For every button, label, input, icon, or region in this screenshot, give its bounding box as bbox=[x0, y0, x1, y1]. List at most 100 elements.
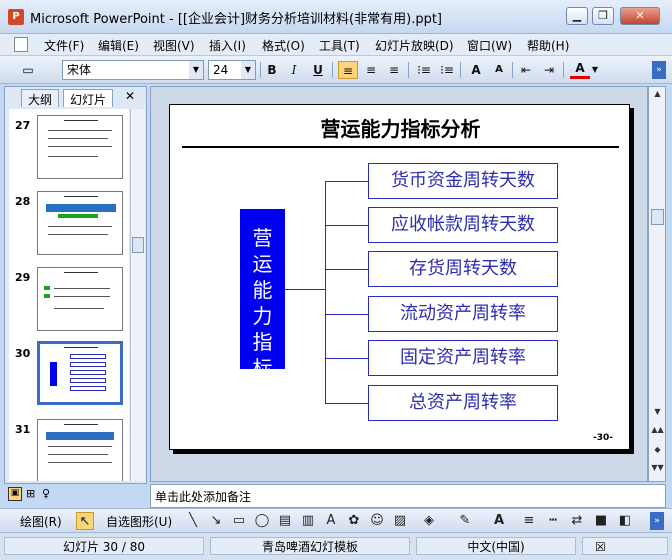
document-icon[interactable] bbox=[14, 37, 28, 52]
increase-indent-icon[interactable]: ⇥ bbox=[539, 61, 559, 79]
chevron-down-icon[interactable]: ▼ bbox=[241, 61, 255, 79]
minimize-button[interactable]: ▁ bbox=[566, 7, 588, 25]
slide-sorter-view-icon[interactable]: ⊞ bbox=[26, 487, 35, 500]
arrow-icon[interactable]: ↘ bbox=[207, 512, 225, 530]
menu-window[interactable]: 窗口(W) bbox=[467, 37, 512, 54]
menu-slideshow[interactable]: 幻灯片放映(D) bbox=[375, 37, 454, 54]
toolbar-divider bbox=[332, 62, 333, 78]
thumb-block bbox=[50, 362, 57, 386]
line-icon[interactable]: ╲ bbox=[184, 512, 202, 530]
wordart-icon[interactable]: A bbox=[322, 512, 340, 530]
font-color-button[interactable]: A bbox=[570, 61, 590, 79]
textbox-icon[interactable]: ▤ bbox=[276, 512, 294, 530]
tab-outline[interactable]: 大纲 bbox=[21, 89, 60, 107]
connector-line bbox=[325, 269, 368, 270]
close-button[interactable]: ✕ bbox=[620, 7, 660, 25]
align-left-button[interactable]: ≡ bbox=[338, 61, 358, 79]
line-style-icon[interactable]: ≡ bbox=[520, 512, 538, 530]
3d-style-icon[interactable]: ◧ bbox=[616, 512, 634, 530]
font-name-combo[interactable]: 宋体 ▼ bbox=[62, 60, 204, 80]
shrink-font-button[interactable]: A bbox=[489, 61, 509, 79]
normal-view-icon[interactable]: ▣ bbox=[8, 487, 22, 501]
menu-help[interactable]: 帮助(H) bbox=[527, 37, 569, 54]
menu-tools[interactable]: 工具(T) bbox=[319, 37, 360, 54]
font-size-combo[interactable]: 24 ▼ bbox=[208, 60, 256, 80]
menu-bar: 文件(F) 编辑(E) 视图(V) 插入(I) 格式(O) 工具(T) 幻灯片放… bbox=[0, 34, 672, 56]
grow-font-button[interactable]: A bbox=[466, 61, 486, 79]
scroll-up-icon[interactable]: ▲ bbox=[651, 89, 664, 103]
connector-line bbox=[325, 403, 368, 404]
close-icon[interactable]: ✕ bbox=[125, 89, 135, 103]
slide-thumbnail-selected[interactable] bbox=[37, 341, 123, 405]
align-right-button[interactable]: ≡ bbox=[384, 61, 404, 79]
menu-file[interactable]: 文件(F) bbox=[44, 37, 84, 54]
shadow-icon[interactable]: ■ bbox=[592, 512, 610, 530]
menu-insert[interactable]: 插入(I) bbox=[209, 37, 246, 54]
slide-thumbnail[interactable] bbox=[37, 419, 123, 481]
vertical-textbox-icon[interactable]: ▥ bbox=[299, 512, 317, 530]
branch-node[interactable]: 货币资金周转天数 bbox=[368, 163, 558, 199]
clipart-icon[interactable]: ☺ bbox=[368, 512, 386, 530]
restore-button[interactable]: ❐ bbox=[592, 7, 614, 25]
chevron-down-icon[interactable]: ▼ bbox=[189, 61, 203, 79]
branch-node[interactable]: 应收帐款周转天数 bbox=[368, 207, 558, 243]
slideshow-view-icon[interactable]: ♀ bbox=[42, 487, 50, 500]
scroll-down-icon[interactable]: ▼ bbox=[651, 407, 664, 421]
dash-style-icon[interactable]: ┅ bbox=[544, 512, 562, 530]
thumb-line bbox=[54, 296, 110, 297]
slide-canvas[interactable]: 营运能力指标分析 营运能力指标 货币资金周转天数 应收帐款周转天数 存货周转天数… bbox=[169, 104, 630, 450]
branch-node[interactable]: 总资产周转率 bbox=[368, 385, 558, 421]
numbered-list-icon[interactable]: ⁝≡ bbox=[414, 61, 434, 79]
decrease-indent-icon[interactable]: ⇤ bbox=[516, 61, 536, 79]
select-object-icon[interactable]: ◆ bbox=[651, 445, 664, 459]
thumb-line bbox=[54, 308, 104, 309]
status-template: 青岛啤酒幻灯模板 bbox=[210, 537, 410, 555]
italic-button[interactable]: I bbox=[284, 61, 304, 79]
slide-thumbnail[interactable] bbox=[37, 115, 123, 179]
tab-slides[interactable]: 幻灯片 bbox=[63, 89, 114, 107]
vertical-scrollbar[interactable]: ▲ ▼ ▲▲ ◆ ▼▼ bbox=[648, 86, 666, 482]
new-document-icon[interactable]: ▭ bbox=[18, 61, 38, 79]
slide-thumbnail[interactable] bbox=[37, 191, 123, 255]
picture-icon[interactable]: ▨ bbox=[391, 512, 409, 530]
scrollbar-thumb[interactable] bbox=[132, 237, 144, 253]
toolbar-options-icon[interactable]: » bbox=[652, 61, 666, 79]
fill-color-icon[interactable]: ◈ bbox=[420, 512, 438, 530]
diagram-icon[interactable]: ✿ bbox=[345, 512, 363, 530]
arrow-style-icon[interactable]: ⇄ bbox=[568, 512, 586, 530]
notes-pane[interactable]: 单击此处添加备注 bbox=[150, 484, 666, 508]
menu-edit[interactable]: 编辑(E) bbox=[98, 37, 139, 54]
menu-view[interactable]: 视图(V) bbox=[153, 37, 195, 54]
line-color-icon[interactable]: ✎ bbox=[456, 512, 474, 530]
next-slide-icon[interactable]: ▼▼ bbox=[651, 463, 664, 477]
root-node[interactable]: 营运能力指标 bbox=[240, 209, 285, 380]
draw-menu-button[interactable]: 绘图(R) bbox=[20, 513, 62, 530]
font-color-icon[interactable]: A bbox=[490, 512, 508, 530]
connector-line bbox=[325, 314, 368, 315]
align-center-button[interactable]: ≡ bbox=[361, 61, 381, 79]
slide-thumbnail[interactable] bbox=[37, 267, 123, 331]
powerpoint-app-icon: P bbox=[8, 9, 24, 25]
oval-icon[interactable]: ◯ bbox=[253, 512, 271, 530]
select-pointer-icon[interactable]: ↖ bbox=[76, 512, 94, 530]
branch-node[interactable]: 固定资产周转率 bbox=[368, 340, 558, 376]
drawing-toolbar: 绘图(R) ↖ 自选图形(U) ╲ ↘ ▭ ◯ ▤ ▥ A ✿ ☺ ▨ ◈ ✎ … bbox=[0, 508, 672, 532]
thumb-block bbox=[70, 378, 106, 383]
toolbar-options-icon[interactable]: » bbox=[650, 512, 664, 530]
previous-slide-icon[interactable]: ▲▲ bbox=[651, 425, 664, 439]
thumbnail-scrollbar[interactable] bbox=[130, 109, 145, 481]
slide-number: 31 bbox=[15, 423, 31, 436]
slide-title[interactable]: 营运能力指标分析 bbox=[170, 113, 631, 142]
autoshapes-button[interactable]: 自选图形(U) bbox=[106, 513, 172, 530]
scrollbar-thumb[interactable] bbox=[651, 209, 664, 225]
spelling-status-icon[interactable]: ☒ bbox=[582, 537, 668, 555]
font-size-value: 24 bbox=[213, 63, 229, 77]
branch-node[interactable]: 存货周转天数 bbox=[368, 251, 558, 287]
chevron-down-icon[interactable]: ▼ bbox=[590, 61, 600, 79]
underline-button[interactable]: U bbox=[308, 61, 328, 79]
menu-format[interactable]: 格式(O) bbox=[262, 37, 305, 54]
rectangle-icon[interactable]: ▭ bbox=[230, 512, 248, 530]
bold-button[interactable]: B bbox=[262, 61, 282, 79]
branch-node[interactable]: 流动资产周转率 bbox=[368, 296, 558, 332]
bullet-list-icon[interactable]: ⁝≡ bbox=[437, 61, 457, 79]
